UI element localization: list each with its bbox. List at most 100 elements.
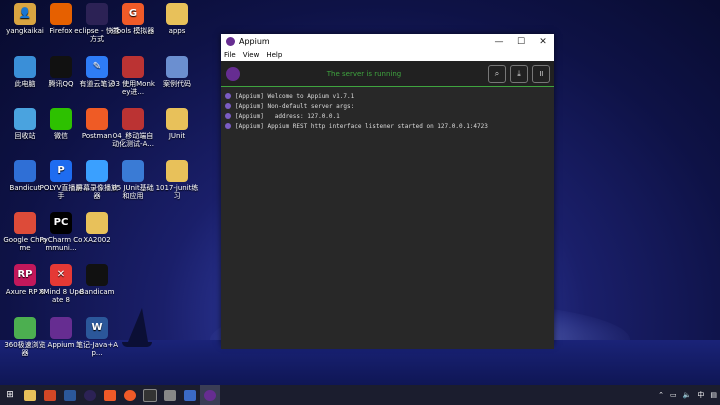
terminal-icon (143, 388, 157, 402)
youdao-icon: ✎ (86, 56, 108, 78)
desktop-icon[interactable]: Bandicam (74, 264, 120, 296)
log-panel[interactable]: [Appium] Welcome to Appium v1.7.1 [Appiu… (221, 87, 554, 349)
firefox-icon (50, 3, 72, 25)
title-bar[interactable]: Appium — ☐ ✕ (221, 34, 554, 49)
tray-notification-icon[interactable]: ▤ (710, 391, 717, 399)
tray-volume-icon[interactable]: 🔈 (683, 391, 692, 399)
taskbar-powerpoint[interactable] (40, 385, 60, 405)
video-file-icon (122, 160, 144, 182)
taskbar-itools[interactable] (100, 385, 120, 405)
taskbar-eclipse[interactable] (80, 385, 100, 405)
desktop-icon-label: JUnit (168, 132, 186, 140)
eclipse-icon (84, 389, 96, 401)
itools-icon (124, 389, 136, 401)
zip-folder-icon (166, 56, 188, 78)
folder-icon (166, 108, 188, 130)
taskbar-monitor[interactable] (160, 385, 180, 405)
log-bullet-icon (225, 93, 231, 99)
itools-icon (104, 389, 116, 401)
desktop-icon[interactable]: 03 使用Monkey进... (110, 56, 156, 96)
appium-icon (50, 317, 72, 339)
gallery-icon (184, 389, 196, 401)
desktop-icon-label: 04_移动端自动化测试-A... (112, 132, 154, 148)
desktop-icon[interactable]: apps (154, 3, 200, 35)
desktop-icon[interactable]: W 笔记-Java+Ap... (74, 317, 120, 357)
desktop-icon[interactable]: GiTools 模拟器 (110, 3, 156, 35)
download-logs-button[interactable]: ⤓ (510, 64, 528, 83)
log-line: [Appium] Non-default server args: (221, 101, 554, 111)
log-bullet-icon (225, 103, 231, 109)
appium-logo-icon (226, 37, 235, 46)
video-file-icon (122, 108, 144, 130)
desktop-icon-label: 笔记-Java+Ap... (76, 341, 118, 357)
bandicut-icon (14, 160, 36, 182)
folder-icon (24, 389, 36, 401)
xmind-icon: ✕ (50, 264, 72, 286)
sailboat-hull (122, 342, 152, 347)
recycle-bin-icon (14, 108, 36, 130)
desktop-icon-label: XA2002 (83, 236, 111, 244)
desktop-icon[interactable]: JUnit (154, 108, 200, 140)
desktop-icon[interactable]: 04_移动端自动化测试-A... (110, 108, 156, 148)
desktop-icon[interactable]: 05 JUnit基础和应用 (110, 160, 156, 200)
word-doc-icon: W (86, 317, 108, 339)
wechat-icon (50, 108, 72, 130)
desktop-icon-label: 03 使用Monkey进... (111, 80, 155, 96)
taskbar: ⊞ ⌃ ▭ 🔈 中 ▤ (0, 385, 720, 405)
desktop-icon-label: 1017-junit练习 (155, 184, 199, 200)
server-status: The server is running (326, 69, 402, 78)
log-line: [Appium] address: 127.0.0.1 (221, 111, 554, 121)
search-button[interactable]: ⌕ (488, 64, 506, 83)
desktop-icon[interactable]: XA2002 (74, 212, 120, 244)
log-bullet-icon (225, 113, 231, 119)
folder-icon (166, 160, 188, 182)
desktop-icon-label: apps (168, 27, 186, 35)
folder-icon (86, 212, 108, 234)
desktop-icon-label: iTools 模拟器 (111, 27, 155, 35)
axure-icon: RP (14, 264, 36, 286)
appium-window[interactable]: Appium — ☐ ✕ File View Help The server i… (221, 34, 554, 349)
minimize-button[interactable]: — (488, 37, 510, 47)
windows-icon: ⊞ (6, 390, 14, 400)
desktop-icon[interactable]: 案例代码 (154, 56, 200, 88)
sailboat-sail (128, 308, 148, 342)
tray-ime-icon[interactable]: 中 (697, 390, 704, 400)
system-tray: ⌃ ▭ 🔈 中 ▤ (655, 390, 720, 400)
menu-help[interactable]: Help (266, 51, 282, 59)
desktop-icon[interactable]: 1017-junit练习 (154, 160, 200, 200)
desktop-icon-label: 案例代码 (163, 80, 191, 88)
eclipse-icon (86, 3, 108, 25)
log-line: [Appium] Appium REST http interface list… (221, 121, 554, 131)
menu-view[interactable]: View (243, 51, 260, 59)
qq-icon (50, 56, 72, 78)
recorder-icon (86, 160, 108, 182)
taskbar-terminal[interactable] (140, 385, 160, 405)
maximize-button[interactable]: ☐ (510, 37, 532, 47)
polyv-icon: P (50, 160, 72, 182)
pause-icon: ॥ (538, 69, 544, 78)
powerpoint-icon (44, 389, 56, 401)
close-button[interactable]: ✕ (532, 37, 554, 47)
taskbar-itools-2[interactable] (120, 385, 140, 405)
taskbar-gallery[interactable] (180, 385, 200, 405)
download-icon: ⤓ (517, 68, 521, 78)
chrome-icon (14, 212, 36, 234)
taskbar-word[interactable] (60, 385, 80, 405)
monitor-icon (164, 389, 176, 401)
word-icon (64, 389, 76, 401)
video-file-icon (122, 56, 144, 78)
start-button[interactable]: ⊞ (0, 385, 20, 405)
taskbar-explorer[interactable] (20, 385, 40, 405)
appium-header-logo-icon (226, 66, 240, 81)
tray-network-icon[interactable]: ▭ (670, 391, 677, 399)
taskbar-appium[interactable] (200, 385, 220, 405)
search-icon: ⌕ (494, 68, 500, 78)
server-header: The server is running ⌕ ⤓ ॥ (221, 61, 554, 87)
appium-icon (204, 389, 216, 401)
bandicam-icon (86, 264, 108, 286)
computer-icon (14, 56, 36, 78)
pause-button[interactable]: ॥ (532, 64, 550, 83)
menu-file[interactable]: File (224, 51, 236, 59)
postman-icon (86, 108, 108, 130)
tray-chevron-icon[interactable]: ⌃ (658, 391, 664, 399)
